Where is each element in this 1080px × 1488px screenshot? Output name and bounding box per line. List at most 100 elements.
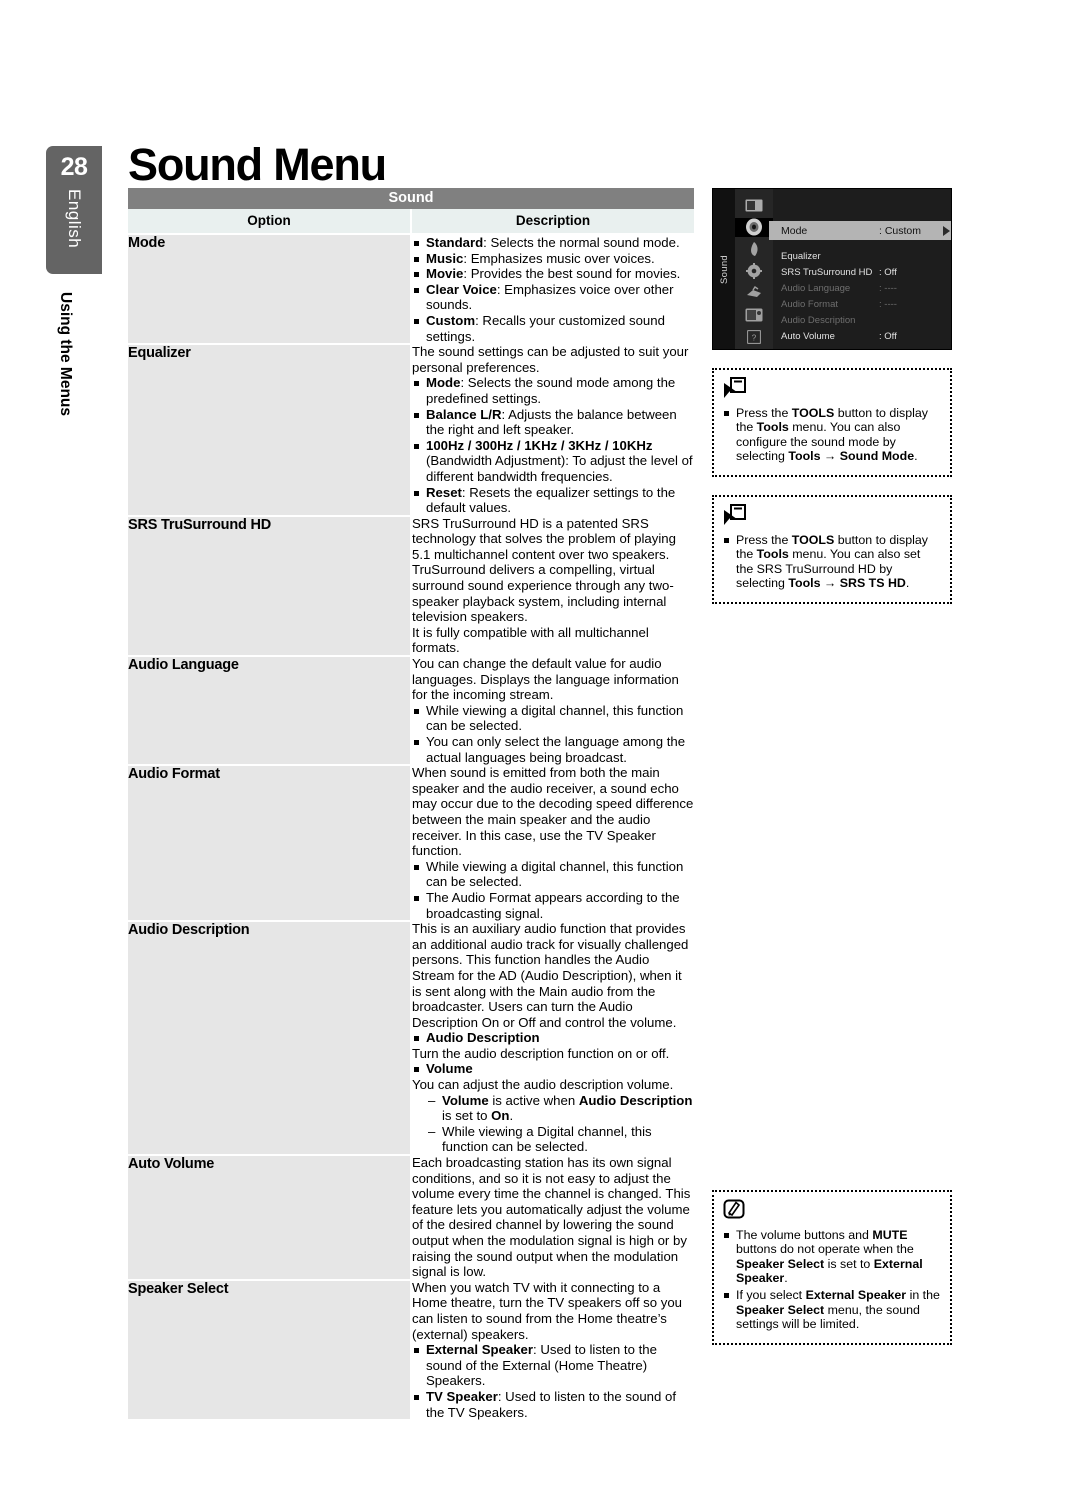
sub-bullet-text2: is set to [442, 1108, 492, 1124]
bullet-lead: Standard [426, 235, 484, 250]
option-description: Each broadcasting station has its own si… [411, 1155, 694, 1280]
description-paragraph: Each broadcasting station has its own si… [412, 1155, 691, 1280]
table-title-row: Sound [128, 188, 694, 209]
osd-item-label: Audio Description [781, 314, 856, 326]
table-row: Audio Format When sound is emitted from … [128, 765, 694, 923]
bullet-lead: Audio Description [426, 1030, 540, 1046]
osd-item-value: : ---- [879, 298, 897, 310]
description-paragraph: When sound is emitted from both the main… [412, 765, 694, 859]
description-paragraph: It is fully compatible with all multicha… [412, 624, 649, 656]
bullet-lead: Volume [426, 1061, 473, 1077]
list-item: Balance L/R: Adjusts the balance between… [412, 407, 694, 438]
application-icon[interactable] [742, 305, 766, 324]
osd-item-equalizer[interactable]: Equalizer [773, 248, 951, 264]
osd-item-audio-language: Audio Language : ---- [773, 280, 951, 296]
column-header-description: Description [411, 209, 694, 235]
support-icon[interactable]: ? [742, 327, 766, 346]
list-item: Movie: Provides the best sound for movie… [412, 266, 694, 282]
option-name: Audio Description [128, 921, 412, 1157]
bullet-text: : Emphasizes music over voices. [463, 250, 655, 266]
bullet-list: External Speaker: Used to listen to the … [412, 1342, 694, 1420]
bullet-text: : Resets the equalizer settings to the d… [426, 484, 676, 516]
option-name: Audio Format [128, 765, 412, 923]
tv-sound-menu-screenshot: Sound ? Mode: Custom Equalizer SRS TruS… [712, 188, 952, 350]
table-row: Audio Description This is an auxiliary a… [128, 921, 694, 1157]
tools-icon [723, 377, 941, 403]
note-box-tools-sound-mode: Press the TOOLS button to display the To… [712, 368, 952, 477]
bullet-list: Volume [412, 1061, 694, 1077]
list-item: If you select External Speaker in the Sp… [723, 1288, 941, 1332]
osd-icon-column: ? [735, 189, 773, 349]
page-number: 28 [60, 153, 88, 181]
bullet-lead: Mode [426, 375, 461, 391]
table-row: Equalizer The sound settings can be adju… [128, 344, 694, 517]
bullet-lead: Movie [426, 266, 464, 282]
list-item: Mode: Selects the sound mode among the p… [412, 375, 694, 406]
bullet-lead: TV Speaker [426, 1388, 498, 1404]
sub-bullet-strong2: On [491, 1108, 510, 1124]
list-item: Custom: Recalls your customized sound se… [412, 313, 694, 344]
picture-icon[interactable] [742, 196, 766, 215]
note-box-tools-srs-ts-hd: Press the TOOLS button to display the To… [712, 494, 952, 604]
note-box-speaker-select: The volume buttons and MUTE buttons do n… [712, 1190, 952, 1345]
list-item: Volume is active when Audio Description … [428, 1093, 694, 1124]
bullet-list: Mode: Selects the sound mode among the p… [412, 375, 694, 515]
description-paragraph: You can adjust the audio description vol… [412, 1077, 674, 1093]
description-paragraph: The sound settings can be adjusted to su… [412, 344, 689, 375]
osd-item-srs-trusurround-hd[interactable]: SRS TruSurround HD : Off [773, 264, 951, 280]
osd-item-value: : ---- [879, 282, 897, 294]
option-name: Audio Language [128, 656, 412, 767]
note-list: Press the TOOLS button to display the To… [723, 533, 941, 591]
list-item: TV Speaker: Used to listen to the sound … [412, 1389, 694, 1420]
osd-item-audio-description: Audio Description [773, 312, 951, 328]
description-paragraph: This is an auxiliary audio function that… [412, 921, 689, 1030]
osd-item-auto-volume[interactable]: Auto Volume : Off [773, 328, 951, 344]
list-item: Reset: Resets the equalizer settings to … [412, 485, 694, 516]
bullet-lead: Reset [426, 484, 462, 500]
list-item: Press the TOOLS button to display the To… [723, 406, 941, 464]
list-item: While viewing a Digital channel, this fu… [428, 1124, 694, 1155]
osd-item-value: : Off [879, 330, 897, 342]
table-title: Sound [128, 188, 694, 209]
input-icon[interactable] [742, 283, 766, 302]
bullet-list: Audio Description [412, 1030, 694, 1046]
list-item: Music: Emphasizes music over voices. [412, 251, 694, 267]
option-description: The sound settings can be adjusted to su… [411, 344, 694, 516]
sound-options-table: Sound Option Description Mode Standard: … [128, 188, 694, 1422]
page-title: Sound Menu [128, 139, 387, 191]
osd-item-label: Mode [781, 224, 808, 237]
option-description: You can change the default value for aud… [411, 656, 694, 766]
osd-item-value: : Custom [879, 224, 922, 237]
osd-rail: Sound [713, 189, 735, 349]
option-name: Equalizer [128, 344, 412, 517]
option-description: SRS TruSurround HD is a patented SRS tec… [411, 515, 694, 657]
table-row: Audio Language You can change the defaul… [128, 656, 694, 767]
channel-icon[interactable] [742, 240, 766, 259]
list-item: Standard: Selects the normal sound mode. [412, 235, 694, 251]
bullet-lead: Music [426, 250, 464, 266]
osd-item-label: Auto Volume [781, 330, 835, 342]
option-description: When you watch TV with it connecting to … [411, 1279, 694, 1421]
setup-icon[interactable] [742, 262, 766, 281]
section-label: Using the Menus [57, 292, 74, 417]
bullet-list: While viewing a digital channel, this fu… [412, 859, 694, 921]
osd-item-mode[interactable]: Mode : Custom [769, 221, 951, 240]
bullet-lead: Custom [426, 312, 476, 328]
option-description: Standard: Selects the normal sound mode.… [411, 234, 694, 345]
list-item: Audio Description [412, 1030, 694, 1046]
table-row: Speaker Select When you watch TV with it… [128, 1279, 694, 1422]
bullet-text: : Selects the sound mode among the prede… [426, 375, 676, 406]
page-tab: 28 English [46, 146, 102, 274]
list-item: Volume [412, 1061, 694, 1077]
option-description: This is an auxiliary audio function that… [411, 921, 694, 1156]
bullet-lead: External Speaker [426, 1342, 534, 1358]
osd-item-label: Audio Language [781, 282, 851, 294]
option-name: Auto Volume [128, 1155, 412, 1281]
table-row: Mode Standard: Selects the normal sound … [128, 234, 694, 346]
list-item: 100Hz / 300Hz / 1KHz / 3KHz / 10KHz (Ban… [412, 438, 694, 485]
bullet-lead: Balance L/R [426, 406, 502, 422]
sub-bullet-period: . [509, 1108, 514, 1124]
option-name: SRS TruSurround HD [128, 515, 412, 658]
description-paragraph: You can change the default value for aud… [412, 656, 679, 703]
sound-icon[interactable] [735, 217, 773, 237]
